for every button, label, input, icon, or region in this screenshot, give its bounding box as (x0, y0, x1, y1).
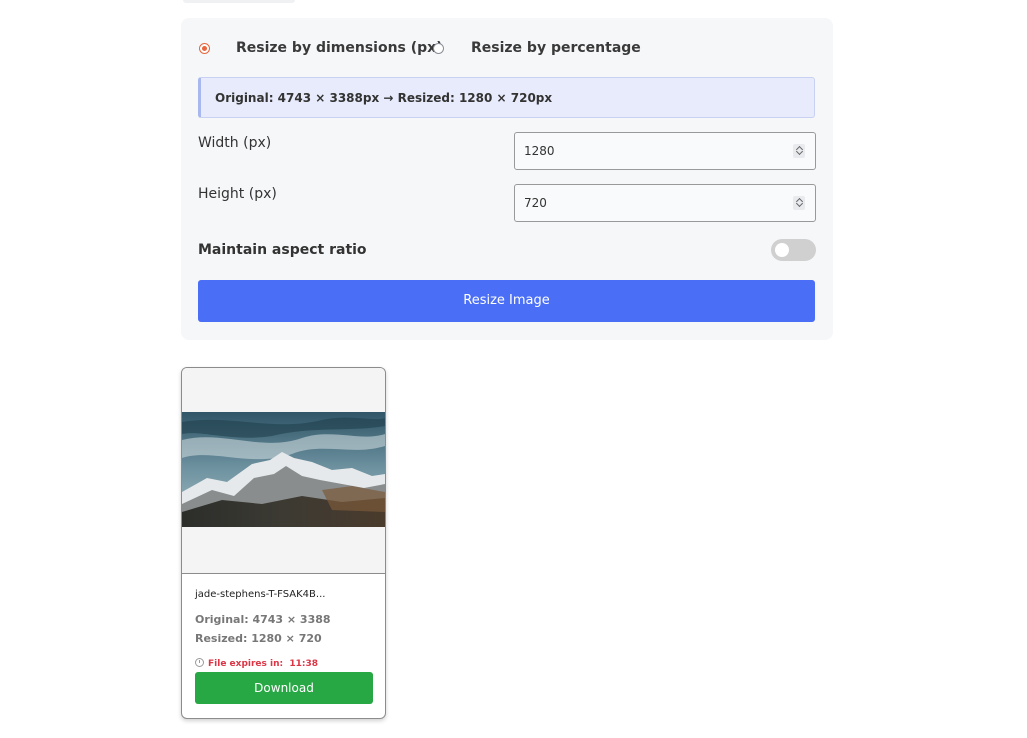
height-label: Height (px) (198, 186, 277, 202)
clock-icon (195, 658, 204, 667)
resized-image-thumbnail (182, 412, 385, 527)
height-spinner[interactable] (793, 196, 805, 210)
resize-by-dimensions-label[interactable]: Resize by dimensions (px) (236, 40, 443, 56)
resize-by-percentage-label[interactable]: Resize by percentage (471, 40, 641, 56)
file-name: jade-stephens-T-FSAK4B... (195, 589, 326, 600)
width-label: Width (px) (198, 135, 272, 151)
resize-summary-info: Original: 4743 × 3388px → Resized: 1280 … (198, 77, 815, 118)
resize-mode-group: Resize by dimensions (px) Resize by perc… (181, 40, 833, 60)
previous-section-edge (183, 0, 295, 3)
result-card: jade-stephens-T-FSAK4B... Original: 4743… (181, 367, 386, 719)
expires-time: 11:38 (289, 659, 319, 669)
width-value: 1280 (524, 144, 555, 158)
resized-dimensions: Resized: 1280 × 720 (195, 632, 322, 645)
width-input[interactable]: 1280 (514, 132, 816, 170)
image-preview-area (182, 368, 385, 574)
file-expiry: File expires in: 11:38 (195, 658, 318, 669)
maintain-aspect-ratio-toggle[interactable] (771, 239, 816, 261)
download-button[interactable]: Download (195, 672, 373, 704)
height-input[interactable]: 720 (514, 184, 816, 222)
resize-by-percentage-radio[interactable] (433, 43, 444, 54)
expires-label: File expires in: (208, 659, 284, 669)
toggle-knob (775, 243, 789, 257)
width-spinner[interactable] (793, 144, 805, 158)
resize-image-button[interactable]: Resize Image (198, 280, 815, 322)
height-value: 720 (524, 196, 547, 210)
maintain-aspect-ratio-label: Maintain aspect ratio (198, 242, 367, 258)
resize-by-dimensions-radio[interactable] (199, 43, 210, 54)
original-dimensions: Original: 4743 × 3388 (195, 613, 331, 626)
resize-options-panel: Resize by dimensions (px) Resize by perc… (181, 18, 833, 340)
